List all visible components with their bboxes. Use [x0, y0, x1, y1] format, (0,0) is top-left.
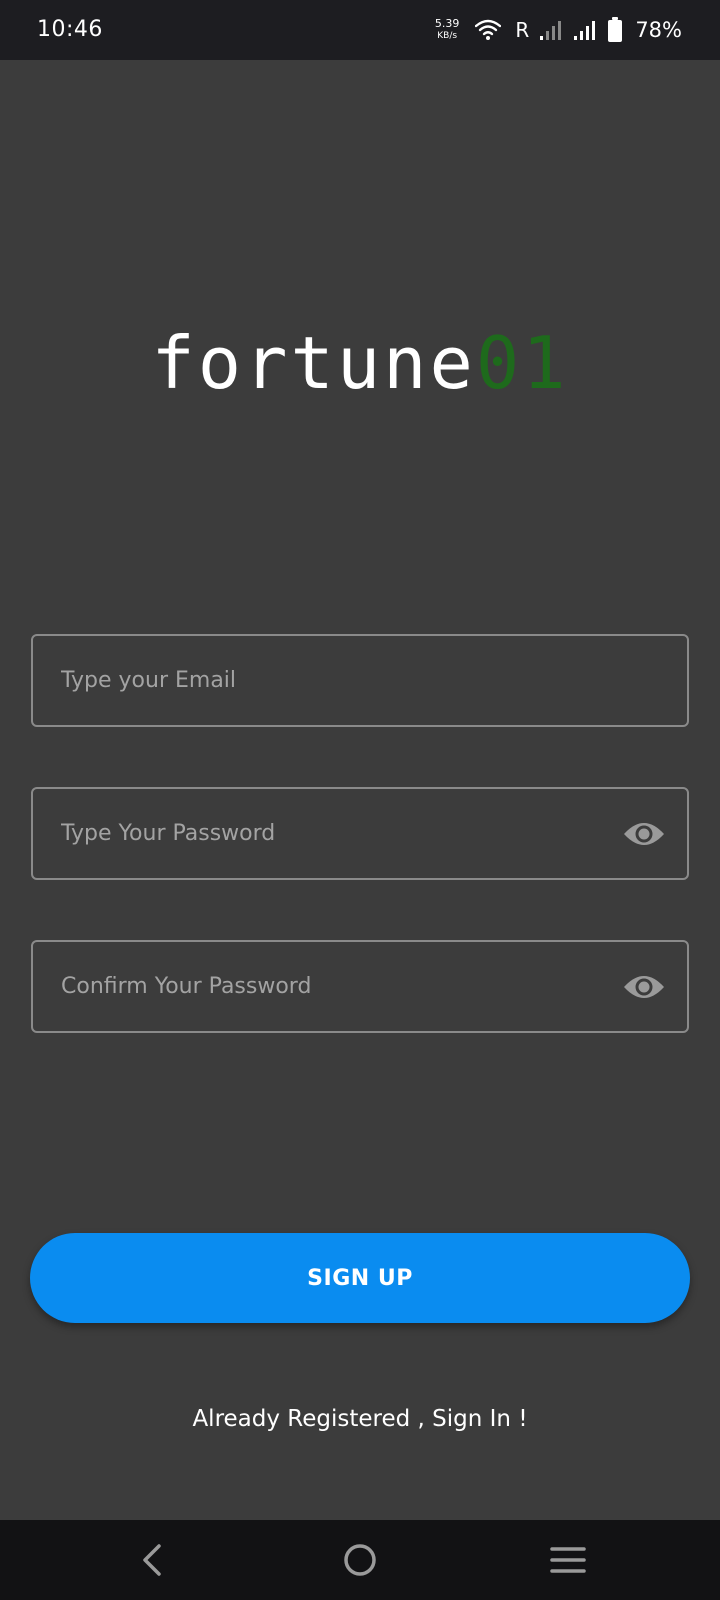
signal-strong-icon — [574, 21, 596, 40]
recent-apps-icon[interactable] — [546, 1538, 590, 1582]
wifi-icon — [475, 19, 502, 40]
confirm-password-input[interactable] — [33, 942, 687, 1031]
navigation-bar — [0, 1520, 720, 1600]
logo-text-main: fortune — [151, 321, 476, 405]
battery-percentage: 78% — [635, 18, 682, 42]
status-bar: 10:46 5.39 KB/s R 78% — [0, 0, 720, 60]
confirm-password-field[interactable] — [31, 940, 689, 1033]
network-speed: 5.39 KB/s — [435, 17, 460, 43]
network-speed-unit: KB/s — [437, 31, 458, 41]
home-icon[interactable] — [338, 1538, 382, 1582]
password-field[interactable] — [31, 787, 689, 880]
email-field[interactable] — [31, 634, 689, 727]
signup-screen: 10:46 5.39 KB/s R 78% fortune01 Type you… — [0, 0, 720, 1600]
show-confirm-password-eye-icon[interactable] — [623, 971, 665, 1003]
roaming-indicator: R — [515, 18, 530, 42]
status-icons: 5.39 KB/s R 78% — [435, 12, 682, 48]
status-time: 10:46 — [37, 17, 103, 42]
show-password-eye-icon[interactable] — [623, 818, 665, 850]
sign-in-link[interactable]: Already Registered , Sign In ! — [0, 1406, 720, 1432]
app-logo: fortune01 — [0, 318, 720, 408]
back-icon[interactable] — [131, 1538, 175, 1582]
sign-up-button[interactable]: SIGN UP — [30, 1233, 690, 1323]
logo-text-accent: 01 — [475, 321, 569, 405]
email-input[interactable] — [33, 636, 687, 725]
network-speed-value: 5.39 — [434, 17, 460, 30]
signal-weak-icon — [540, 21, 562, 40]
battery-icon — [608, 17, 623, 42]
password-input[interactable] — [33, 789, 687, 878]
